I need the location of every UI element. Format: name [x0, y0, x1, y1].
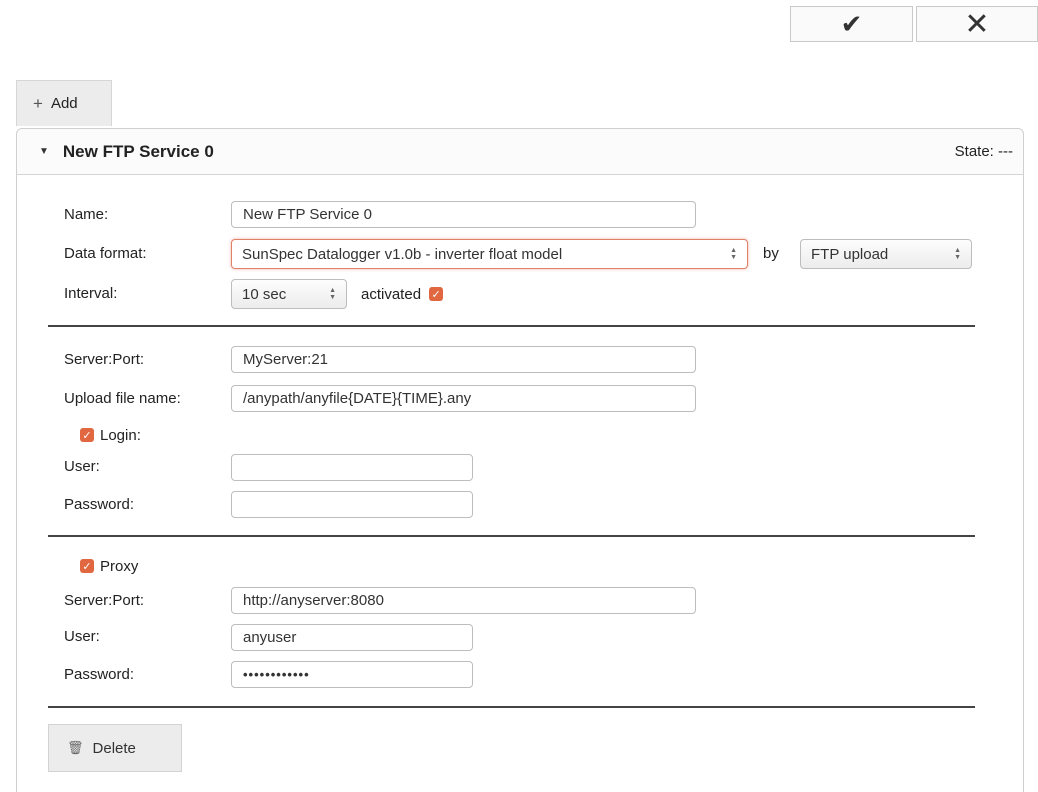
section-divider [48, 706, 975, 708]
activated-checkbox[interactable]: ✓ [429, 287, 444, 301]
transport-select[interactable]: FTP upload ▲ ▼ [800, 239, 972, 269]
panel-header[interactable]: ▼ New FTP Service 0 State: --- [17, 129, 1023, 175]
add-button-label: Add [50, 95, 78, 112]
interval-select[interactable]: 10 sec ▲ ▼ [231, 279, 347, 309]
proxy-checkbox[interactable]: ✓ [80, 559, 94, 573]
password-label: Password: [64, 496, 135, 513]
data-format-value: SunSpec Datalogger v1.0b - inverter floa… [242, 245, 563, 263]
name-input[interactable] [231, 201, 696, 228]
proxy-user-input[interactable] [231, 624, 473, 651]
checkmark-icon: ✔ [840, 8, 863, 39]
interval-value: 10 sec [242, 285, 287, 303]
activated-checkbox-row: activated ✓ [361, 279, 449, 309]
proxy-password-input[interactable] [231, 661, 473, 688]
section-divider [48, 535, 975, 537]
interval-label: Interval: [64, 285, 118, 302]
trash-icon: 🗑 [67, 740, 84, 755]
user-label: User: [64, 458, 100, 475]
transport-value: FTP upload [811, 245, 889, 263]
delete-button-label: Delete [92, 739, 136, 757]
user-input[interactable] [231, 454, 473, 481]
proxy-password-label: Password: [64, 666, 135, 683]
login-checkbox[interactable]: ✓ [80, 428, 94, 442]
data-format-select[interactable]: SunSpec Datalogger v1.0b - inverter floa… [231, 239, 748, 269]
proxy-checkbox-row: ✓ Proxy [80, 551, 138, 581]
state-label: State: --- [954, 143, 1013, 160]
upload-file-name-input[interactable] [231, 385, 696, 412]
server-port-label: Server:Port: [64, 351, 145, 368]
panel-title: New FTP Service 0 [62, 141, 214, 161]
name-label: Name: [64, 206, 109, 223]
delete-button[interactable]: 🗑 Delete [48, 724, 182, 772]
add-button[interactable]: + Add [16, 80, 112, 126]
cancel-button[interactable]: ✕ [916, 6, 1038, 42]
select-arrows-icon: ▲ ▼ [730, 247, 737, 261]
ftp-service-settings: ✔ ✕ + Add ▼ New FTP Service 0 State: ---… [0, 0, 1038, 792]
close-icon: ✕ [964, 7, 990, 41]
proxy-server-port-input[interactable] [231, 587, 696, 614]
proxy-user-label: User: [64, 628, 100, 645]
proxy-label: Proxy [100, 557, 139, 575]
plus-icon: + [33, 93, 43, 113]
confirm-button[interactable]: ✔ [790, 6, 913, 42]
upload-file-name-label: Upload file name: [64, 390, 181, 407]
login-checkbox-row: ✓ Login: [80, 420, 141, 450]
collapse-triangle-icon[interactable]: ▼ [39, 146, 49, 157]
select-arrows-icon: ▲ ▼ [954, 247, 961, 261]
login-label: Login: [100, 426, 141, 444]
section-divider [48, 325, 975, 327]
server-port-input[interactable] [231, 346, 696, 373]
activated-label: activated [361, 285, 422, 303]
by-label: by [763, 245, 779, 262]
proxy-server-port-label: Server:Port: [64, 592, 145, 609]
password-input[interactable] [231, 491, 473, 518]
data-format-label: Data format: [64, 245, 147, 262]
select-arrows-icon: ▲ ▼ [329, 287, 336, 301]
